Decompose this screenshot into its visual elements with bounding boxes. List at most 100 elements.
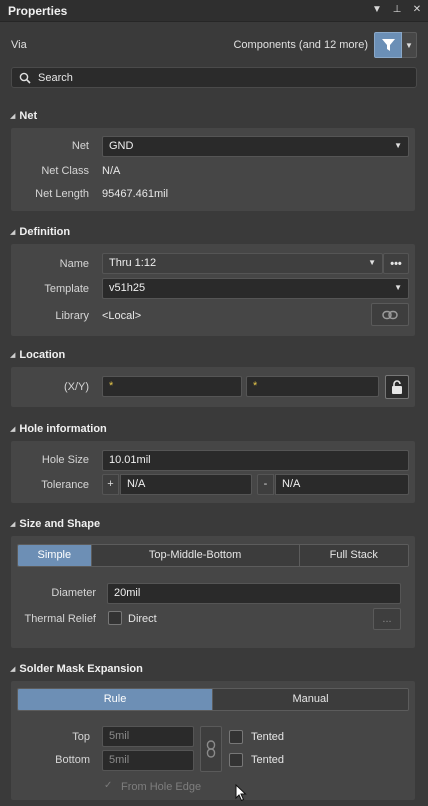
- x-value: *: [109, 380, 114, 392]
- y-value: *: [253, 380, 258, 392]
- from-hole-edge-check-icon[interactable]: ✓: [104, 780, 112, 791]
- tolerance-plus-value: N/A: [127, 478, 146, 490]
- netlength-value: 95467.461mil: [102, 188, 169, 200]
- top-tented-checkbox[interactable]: [229, 730, 243, 744]
- mode-manual-button[interactable]: Manual: [213, 689, 408, 710]
- section-net-header[interactable]: ◢ Net: [10, 110, 37, 122]
- thermal-relief-label: Thermal Relief: [24, 613, 96, 625]
- bottom-tented-checkbox[interactable]: [229, 753, 243, 767]
- section-hole-title: Hole information: [19, 423, 107, 435]
- name-label: Name: [59, 258, 89, 270]
- netlength-label: Net Length: [35, 188, 89, 200]
- shape-mode-toggle: Simple Top-Middle-Bottom Full Stack: [17, 544, 409, 567]
- section-solder-mask-body: Rule Manual Top 5mil Bottom 5mil Tented …: [11, 681, 415, 800]
- mouse-cursor-icon: [235, 784, 247, 802]
- ellipsis-icon: ...: [382, 613, 392, 625]
- search-icon: [19, 72, 31, 84]
- panel-title: Properties: [8, 4, 68, 18]
- thermal-direct-checkbox[interactable]: [108, 611, 122, 625]
- section-net-title: Net: [19, 110, 38, 122]
- close-icon[interactable]: ✕: [412, 4, 422, 15]
- collapse-triangle-icon: ◢: [10, 352, 16, 359]
- collapse-triangle-icon: ◢: [10, 426, 16, 433]
- hole-size-value: 10.01mil: [109, 454, 151, 466]
- mask-top-label: Top: [72, 731, 90, 743]
- library-label: Library: [55, 310, 89, 322]
- filter-button[interactable]: [374, 32, 402, 58]
- mask-top-input[interactable]: 5mil: [102, 726, 194, 747]
- pin-icon[interactable]: ⊥: [392, 4, 402, 15]
- chevron-down-icon: ▼: [394, 283, 402, 292]
- lock-icon: [392, 380, 402, 394]
- template-select[interactable]: v51h25 ▼: [102, 278, 409, 299]
- mode-rule-button[interactable]: Rule: [18, 689, 213, 710]
- section-size-shape-header[interactable]: ◢ Size and Shape: [10, 518, 100, 530]
- chevron-down-icon: ▼: [405, 40, 413, 50]
- hole-size-input[interactable]: 10.01mil: [102, 450, 409, 471]
- mode-simple-button[interactable]: Simple: [18, 545, 92, 566]
- mask-bottom-label: Bottom: [55, 754, 90, 766]
- mask-mode-toggle: Rule Manual: [17, 688, 409, 711]
- chevron-down-icon: ▼: [368, 258, 376, 267]
- tolerance-minus-sign: -: [257, 474, 274, 495]
- section-definition-title: Definition: [19, 226, 71, 238]
- diameter-input[interactable]: 20mil: [107, 583, 401, 604]
- section-definition-header[interactable]: ◢ Definition: [10, 226, 70, 238]
- tolerance-minus-input[interactable]: N/A: [275, 474, 409, 495]
- section-solder-mask-header[interactable]: ◢ Solder Mask Expansion: [10, 663, 143, 675]
- link-icon: [206, 740, 216, 758]
- object-filter-row: Via Components (and 12 more) ▼: [0, 30, 428, 60]
- collapse-triangle-icon: ◢: [10, 113, 16, 120]
- section-size-shape-title: Size and Shape: [19, 518, 101, 530]
- diameter-label: Diameter: [51, 587, 96, 599]
- tolerance-label: Tolerance: [41, 479, 89, 491]
- bottom-tented-label: Tented: [251, 754, 285, 766]
- mask-link-button[interactable]: [200, 726, 222, 772]
- section-definition-body: Name Thru 1:12 ▼ ••• Template v51h25 ▼ L…: [11, 244, 415, 336]
- name-select[interactable]: Thru 1:12 ▼: [102, 253, 383, 274]
- collapse-triangle-icon: ◢: [10, 521, 16, 528]
- tolerance-plus-sign: +: [102, 474, 119, 495]
- hole-size-label: Hole Size: [41, 454, 89, 466]
- x-input[interactable]: *: [102, 376, 242, 397]
- collapse-triangle-icon: ◢: [10, 229, 16, 236]
- xy-label: (X/Y): [63, 381, 89, 393]
- section-location-title: Location: [19, 349, 66, 361]
- netclass-label: Net Class: [41, 165, 89, 177]
- dropdown-arrow-icon[interactable]: ▼: [372, 4, 382, 15]
- net-value: GND: [109, 140, 134, 152]
- filter-summary[interactable]: Components (and 12 more): [233, 39, 368, 51]
- filter-dropdown-button[interactable]: ▼: [402, 32, 417, 58]
- lock-button[interactable]: [385, 375, 409, 399]
- section-location-header[interactable]: ◢ Location: [10, 349, 65, 361]
- more-options-button[interactable]: •••: [383, 253, 409, 274]
- panel-titlebar: Properties ▼ ⊥ ✕: [0, 0, 428, 22]
- link-icon: [382, 310, 398, 319]
- name-value: Thru 1:12: [109, 257, 157, 269]
- object-type-label: Via: [11, 39, 27, 51]
- mask-bottom-value: 5mil: [109, 754, 130, 766]
- section-solder-mask-title: Solder Mask Expansion: [19, 663, 143, 675]
- y-input[interactable]: *: [246, 376, 379, 397]
- tolerance-minus-value: N/A: [282, 478, 301, 490]
- tolerance-plus-input[interactable]: N/A: [120, 474, 252, 495]
- template-label: Template: [44, 283, 89, 295]
- diameter-value: 20mil: [114, 587, 141, 599]
- net-label: Net: [71, 140, 89, 152]
- chevron-down-icon: ▼: [394, 141, 402, 150]
- library-link-button[interactable]: [371, 303, 409, 326]
- from-hole-edge-label: From Hole Edge: [121, 781, 202, 793]
- mode-full-stack-button[interactable]: Full Stack: [299, 545, 408, 566]
- funnel-icon: [381, 39, 395, 51]
- thermal-more-button[interactable]: ...: [373, 608, 401, 630]
- mode-top-middle-bottom-button[interactable]: Top-Middle-Bottom: [91, 545, 300, 566]
- library-value: <Local>: [102, 310, 142, 322]
- net-select[interactable]: GND ▼: [102, 136, 409, 157]
- mask-bottom-input[interactable]: 5mil: [102, 750, 194, 771]
- section-hole-header[interactable]: ◢ Hole information: [10, 423, 107, 435]
- section-size-shape-body: Simple Top-Middle-Bottom Full Stack Diam…: [11, 536, 415, 648]
- ellipsis-icon: •••: [390, 257, 402, 270]
- search-input[interactable]: Search: [11, 67, 417, 88]
- thermal-direct-label: Direct: [128, 613, 157, 625]
- search-placeholder: Search: [38, 72, 73, 84]
